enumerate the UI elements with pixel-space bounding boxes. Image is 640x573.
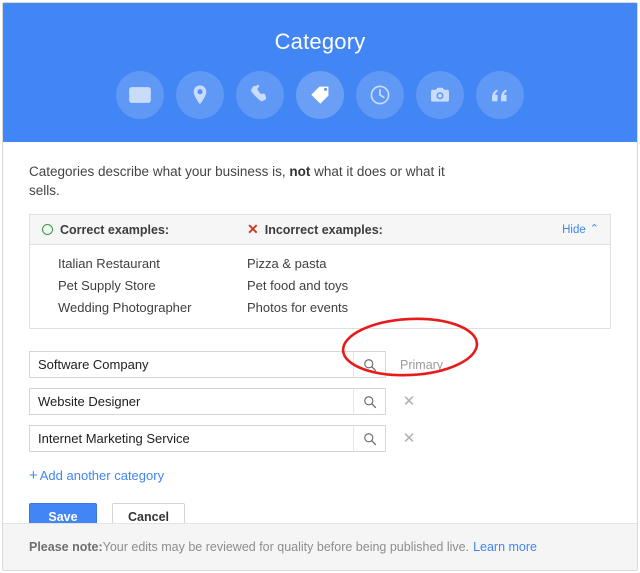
category-row-primary: Software Company Primary: [29, 351, 611, 378]
examples-header-row: Correct examples: ✕ Incorrect examples: …: [30, 215, 610, 245]
example-row: Wedding Photographer Photos for events: [30, 297, 610, 319]
chevron-up-icon: ⌃: [589, 223, 599, 235]
plus-icon: +: [29, 467, 38, 484]
correct-example: Italian Restaurant: [58, 256, 160, 271]
hide-examples-button[interactable]: Hide ⌃: [562, 224, 599, 236]
tag-icon[interactable]: [296, 71, 344, 119]
primary-badge: Primary: [400, 357, 444, 372]
location-pin-icon[interactable]: [176, 71, 224, 119]
header-icon-row: [3, 71, 637, 119]
incorrect-examples-header: ✕ Incorrect examples:: [247, 221, 562, 237]
category-row-2: Website Designer ✕: [29, 388, 611, 415]
incorrect-examples-label: Incorrect examples:: [264, 222, 383, 237]
category-list: Software Company Primary Website Designe…: [29, 351, 611, 452]
remove-category-3-icon[interactable]: ✕: [402, 431, 416, 446]
example-row: Pet Supply Store Pet food and toys: [30, 275, 610, 297]
dialog-body: Categories describe what your business i…: [3, 142, 637, 531]
intro-emphasis: not: [289, 164, 311, 179]
intro-text: Categories describe what your business i…: [29, 162, 449, 200]
category-input-3[interactable]: Internet Marketing Service: [29, 425, 386, 452]
correct-examples-label: Correct examples:: [60, 222, 170, 237]
screenshot-root: Category Categories describe what your b…: [0, 0, 640, 573]
incorrect-example: Pizza & pasta: [247, 256, 327, 271]
add-another-category-label: Add another category: [39, 468, 165, 483]
category-input-3-value[interactable]: Internet Marketing Service: [30, 431, 353, 446]
dialog-header: Category: [3, 3, 637, 142]
category-dialog: Category Categories describe what your b…: [2, 2, 638, 571]
footer-note-label: Please note:: [29, 540, 103, 554]
clock-icon[interactable]: [356, 71, 404, 119]
category-row-3: Internet Marketing Service ✕: [29, 425, 611, 452]
add-another-category-link[interactable]: + Add another category: [29, 468, 164, 483]
examples-body: Italian Restaurant Pizza & pasta Pet Sup…: [30, 245, 610, 328]
category-input-2[interactable]: Website Designer: [29, 388, 386, 415]
footer-note: Please note: Your edits may be reviewed …: [3, 523, 637, 570]
search-icon[interactable]: [353, 389, 385, 414]
search-icon[interactable]: [353, 352, 385, 377]
quote-icon[interactable]: [476, 71, 524, 119]
correct-circle-icon: [42, 224, 53, 235]
learn-more-link[interactable]: Learn more: [473, 540, 537, 554]
intro-part1: Categories describe what your business i…: [29, 164, 290, 179]
footer-note-text: Your edits may be reviewed for quality b…: [102, 540, 470, 554]
examples-box: Correct examples: ✕ Incorrect examples: …: [29, 214, 611, 329]
camera-icon[interactable]: [416, 71, 464, 119]
example-row: Italian Restaurant Pizza & pasta: [30, 253, 610, 275]
category-input-1[interactable]: Software Company: [29, 351, 386, 378]
category-input-2-value[interactable]: Website Designer: [30, 394, 353, 409]
category-input-1-value[interactable]: Software Company: [30, 357, 353, 372]
incorrect-example: Photos for events: [247, 300, 349, 315]
correct-examples-header: Correct examples:: [42, 223, 247, 237]
search-icon[interactable]: [353, 426, 385, 451]
phone-icon[interactable]: [236, 71, 284, 119]
contact-card-icon[interactable]: [116, 71, 164, 119]
correct-example: Pet Supply Store: [58, 278, 156, 293]
remove-category-2-icon[interactable]: ✕: [402, 394, 416, 409]
incorrect-example: Pet food and toys: [247, 278, 349, 293]
hide-label: Hide: [562, 223, 586, 236]
incorrect-x-icon: ✕: [247, 221, 259, 237]
page-title: Category: [274, 29, 366, 54]
correct-example: Wedding Photographer: [58, 300, 192, 315]
